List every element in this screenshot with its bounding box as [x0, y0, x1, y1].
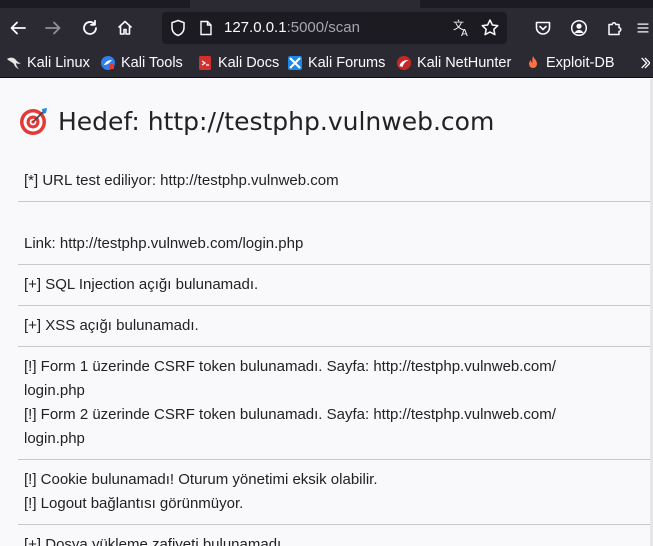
- kali-tools-icon: [101, 56, 115, 70]
- result-row-csrf: [!] Form 1 üzerinde CSRF token bulunamad…: [18, 347, 651, 460]
- pocket-button[interactable]: [530, 15, 556, 41]
- kali-forums-icon: [288, 56, 302, 70]
- reload-icon: [83, 19, 97, 35]
- kali-docs-icon: [199, 56, 211, 70]
- extensions-button[interactable]: [602, 15, 628, 41]
- bookmarks-toolbar: Kali Linux Kali Tools Kali Docs Kali For…: [0, 48, 653, 78]
- menu-button[interactable]: [636, 15, 653, 41]
- result-text: [+] Dosya yükleme zafiyeti bulunamadı.: [24, 536, 286, 546]
- result-text: [!] Form 2 üzerinde CSRF token bulunamad…: [24, 406, 556, 423]
- result-text: [*] URL test ediliyor: http://testphp.vu…: [24, 172, 339, 189]
- bookmark-label: Kali Linux: [27, 55, 90, 71]
- result-row-testing: [*] URL test ediliyor: http://testphp.vu…: [18, 161, 651, 202]
- pocket-icon: [535, 21, 551, 35]
- back-button[interactable]: [5, 15, 31, 41]
- result-row-xss: [+] XSS açığı bulunamadı.: [18, 306, 651, 347]
- result-text: [+] SQL Injection açığı bulunamadı.: [24, 276, 259, 293]
- page-content: Hedef: http://testphp.vulnweb.com [*] UR…: [0, 79, 653, 546]
- bookmark-label: Exploit-DB: [546, 55, 615, 71]
- bookmark-kali-nethunter[interactable]: Kali NetHunter: [396, 52, 511, 74]
- back-arrow-icon: [10, 21, 26, 35]
- result-text: [!] Form 1 üzerinde CSRF token bulunamad…: [24, 358, 556, 375]
- account-button[interactable]: [566, 15, 592, 41]
- bookmark-star-icon[interactable]: [480, 18, 500, 38]
- bookmark-kali-linux[interactable]: Kali Linux: [6, 52, 90, 74]
- result-text: Link: http://testphp.vulnweb.com/login.p…: [24, 235, 304, 252]
- bookmark-label: Kali Forums: [308, 55, 386, 71]
- bookmark-kali-tools[interactable]: Kali Tools: [100, 52, 183, 74]
- bookmark-label: Kali Docs: [218, 55, 280, 71]
- forward-arrow-icon: [45, 21, 61, 35]
- bookmark-label: Kali Tools: [121, 55, 183, 71]
- forward-button[interactable]: [40, 15, 66, 41]
- kali-nethunter-icon: [397, 56, 411, 70]
- tracking-protection-shield-icon[interactable]: [169, 19, 187, 37]
- page-info-icon[interactable]: [198, 20, 214, 36]
- result-row-sqli: [+] SQL Injection açığı bulunamadı.: [18, 265, 651, 306]
- address-bar[interactable]: 127.0.0.1:5000/scan 文A: [162, 12, 507, 44]
- tab-strip: [0, 0, 653, 8]
- scan-results: [*] URL test ediliyor: http://testphp.vu…: [18, 161, 651, 546]
- active-tab[interactable]: [190, 0, 420, 8]
- home-icon: [117, 20, 133, 35]
- page-heading: Hedef: http://testphp.vulnweb.com: [18, 105, 494, 137]
- result-row-upload: [+] Dosya yükleme zafiyeti bulunamadı.: [18, 525, 651, 546]
- bookmarks-overflow-button[interactable]: [640, 52, 650, 74]
- result-row-session: [!] Cookie bulunamadı! Oturum yönetimi e…: [18, 460, 651, 525]
- bookmark-label: Kali NetHunter: [417, 55, 512, 71]
- hamburger-menu-icon: [637, 23, 649, 33]
- chevron-right-icon: [641, 57, 650, 69]
- navigation-toolbar: 127.0.0.1:5000/scan 文A: [0, 8, 653, 48]
- reload-button[interactable]: [77, 15, 103, 41]
- bookmark-exploit-db[interactable]: Exploit-DB: [525, 52, 615, 74]
- result-text: [!] Logout bağlantısı görünmüyor.: [24, 495, 244, 512]
- account-icon: [570, 19, 588, 37]
- result-text: login.php: [24, 430, 85, 447]
- result-text: [+] XSS açığı bulunamadı.: [24, 317, 199, 334]
- url-text[interactable]: 127.0.0.1:5000/scan: [224, 12, 360, 44]
- result-row-link: Link: http://testphp.vulnweb.com/login.p…: [18, 202, 651, 265]
- kali-dragon-icon: [7, 57, 21, 69]
- url-path: :5000/scan: [286, 19, 360, 36]
- translate-icon[interactable]: 文A: [452, 18, 472, 38]
- url-host: 127.0.0.1: [224, 19, 287, 36]
- target-icon: [20, 108, 47, 135]
- page-title: Hedef: http://testphp.vulnweb.com: [58, 106, 495, 136]
- bookmark-kali-forums[interactable]: Kali Forums: [287, 52, 385, 74]
- exploit-db-icon: [529, 56, 537, 68]
- bookmark-kali-docs[interactable]: Kali Docs: [197, 52, 279, 74]
- puzzle-piece-icon: [608, 21, 622, 36]
- result-text: login.php: [24, 382, 85, 399]
- result-text: [!] Cookie bulunamadı! Oturum yönetimi e…: [24, 471, 378, 488]
- home-button[interactable]: [112, 15, 138, 41]
- svg-text:A: A: [461, 28, 468, 38]
